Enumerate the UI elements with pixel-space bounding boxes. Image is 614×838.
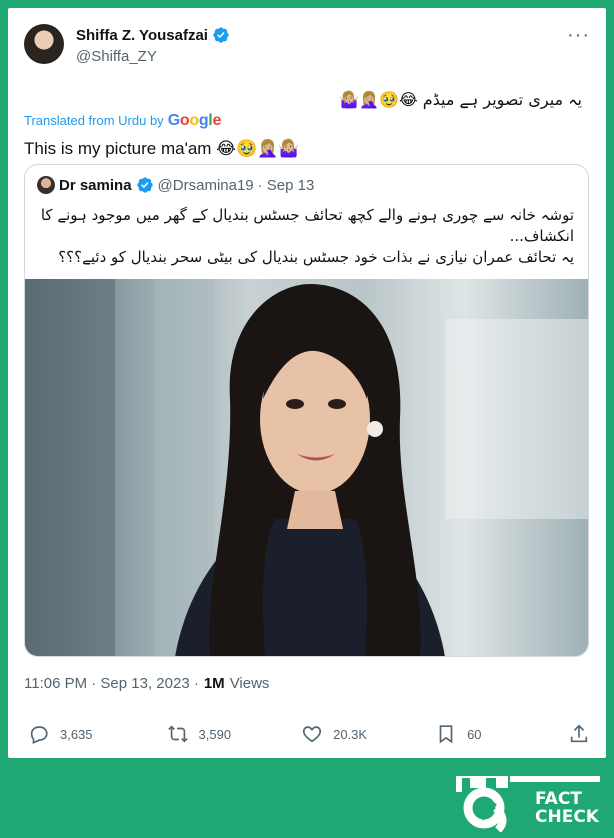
- views-count: 1M: [203, 675, 225, 692]
- google-logo: Google: [167, 112, 222, 129]
- portrait-photo: [25, 279, 588, 656]
- factcheck-line2: CHECK: [535, 807, 599, 827]
- author-name[interactable]: Shiffa Z. Yousafzai: [76, 27, 208, 44]
- translation-attribution[interactable]: Translated from Urdu by Google: [24, 112, 221, 130]
- tweet-text: یہ میری تصویر ہے میڈم 😂🥹🤦🏼‍♀️🤷🏼‍♀️: [339, 90, 582, 109]
- author-row: Shiffa Z. Yousafzai: [76, 26, 230, 44]
- views-label: Views: [229, 675, 270, 692]
- tweet-header: Shiffa Z. Yousafzai @Shiffa_ZY ···: [24, 24, 590, 72]
- reply-count: 3,635: [60, 726, 93, 742]
- quoted-tweet-header: Dr samina @Drsamina19 · Sep 13: [37, 176, 314, 194]
- like-count: 20.3K: [333, 726, 368, 742]
- heart-icon: [303, 726, 322, 743]
- verified-badge-icon: [213, 27, 229, 43]
- bookmark-count: 60: [467, 726, 482, 742]
- quoted-author-name: Dr samina: [59, 176, 132, 194]
- quoted-author-handle: @Drsamina19: [157, 176, 254, 194]
- quoted-tweet[interactable]: Dr samina @Drsamina19 · Sep 13 توشہ خانہ…: [24, 164, 589, 657]
- repost-count: 3,590: [198, 726, 232, 742]
- factcheck-wordmark: FACT CHECK: [535, 790, 599, 826]
- more-options-icon[interactable]: ···: [567, 25, 590, 45]
- tweet-timestamp[interactable]: 11:06 PM · Sep 13, 2023 · 1M Views: [24, 675, 269, 692]
- author-handle[interactable]: @Shiffa_ZY: [76, 48, 157, 65]
- like-button[interactable]: 20.3K: [301, 723, 367, 745]
- bookmark-icon: [439, 725, 453, 744]
- translated-from-label: Translated from Urdu by: [24, 113, 164, 128]
- reply-button[interactable]: 3,635: [28, 723, 93, 745]
- tweet-translation: This is my picture ma'am 😂🥹🤦🏼‍♀️🤷🏼‍♀️: [24, 139, 300, 158]
- timestamp-text: 11:06 PM · Sep 13, 2023 ·: [24, 675, 199, 692]
- repost-button[interactable]: 3,590: [167, 723, 232, 745]
- tweet-card: Shiffa Z. Yousafzai @Shiffa_ZY ··· یہ می…: [8, 8, 606, 758]
- quoted-avatar: [37, 176, 55, 194]
- quoted-date: · Sep 13: [257, 176, 315, 194]
- factcheck-line1: FACT: [535, 789, 582, 809]
- avatar[interactable]: [24, 24, 64, 64]
- reply-icon: [30, 726, 48, 744]
- verified-badge-icon: [136, 177, 153, 193]
- bookmark-button[interactable]: 60: [435, 723, 482, 745]
- action-bar: 3,635 3,590 20.3K 60: [24, 722, 590, 746]
- share-button[interactable]: [568, 723, 590, 745]
- share-icon: [570, 724, 588, 743]
- quoted-text-line1: توشہ خانہ سے چوری ہونے والے کچھ تحائف جس…: [40, 206, 574, 245]
- quoted-text-line2: یہ تحائف عمران نیازی نے بذات خود جسٹس بن…: [58, 248, 574, 266]
- quoted-tweet-text: توشہ خانہ سے چوری ہونے والے کچھ تحائف جس…: [34, 205, 574, 268]
- repost-icon: [167, 725, 188, 743]
- quoted-tweet-photo[interactable]: [25, 279, 588, 656]
